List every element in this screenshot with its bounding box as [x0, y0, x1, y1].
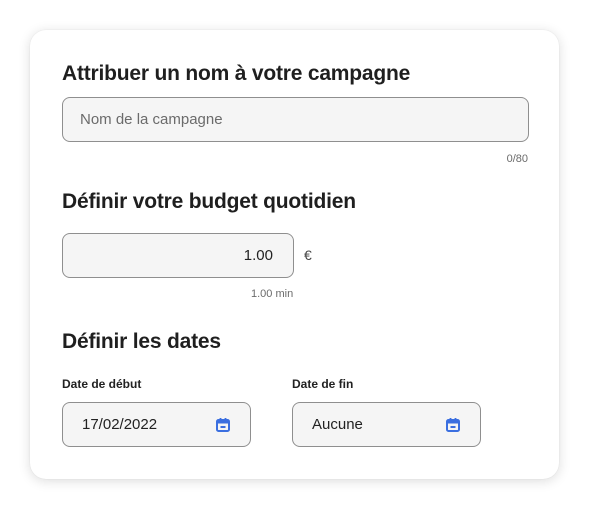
calendar-icon[interactable]	[445, 417, 461, 433]
campaign-name-heading: Attribuer un nom à votre campagne	[62, 62, 411, 85]
campaign-name-input[interactable]: Nom de la campagne	[62, 97, 529, 142]
start-date-field[interactable]: 17/02/2022	[62, 402, 251, 447]
currency-symbol: €	[304, 247, 312, 263]
daily-budget-input[interactable]: 1.00	[62, 233, 294, 278]
character-counter: 0/80	[506, 153, 528, 165]
start-date-label: Date de début	[62, 377, 142, 391]
start-date-value: 17/02/2022	[82, 416, 158, 433]
budget-min-hint: 1.00 min	[251, 288, 294, 300]
end-date-field[interactable]: Aucune	[292, 402, 481, 447]
daily-budget-heading: Définir votre budget quotidien	[62, 190, 356, 213]
campaign-settings-card: Attribuer un nom à votre campagne Nom de…	[30, 30, 559, 479]
end-date-value: Aucune	[312, 416, 363, 433]
dates-heading: Définir les dates	[62, 330, 221, 353]
end-date-label: Date de fin	[292, 377, 354, 391]
calendar-icon[interactable]	[215, 417, 231, 433]
